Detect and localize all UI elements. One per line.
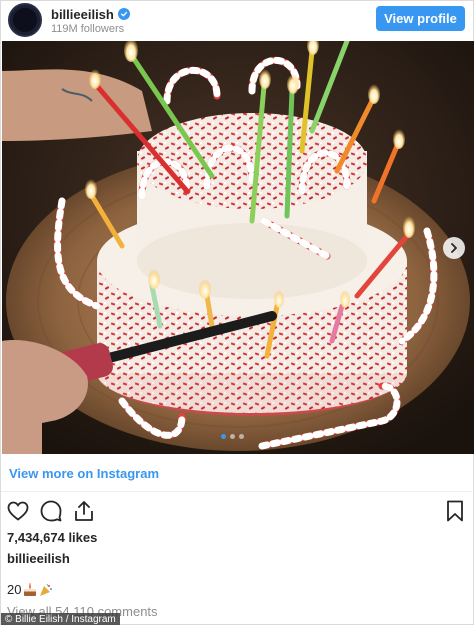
comment-icon [40, 500, 62, 522]
share-button[interactable] [72, 499, 96, 523]
carousel-dot [230, 434, 235, 439]
carousel-dot [221, 434, 226, 439]
share-icon [75, 501, 93, 521]
caption-username[interactable]: billieeilish [7, 551, 70, 566]
instagram-embed: billieeilish 119M followers View profile [0, 0, 474, 625]
caption: 20 [7, 582, 53, 597]
carousel-indicator [221, 434, 244, 439]
next-slide-button[interactable] [443, 237, 465, 259]
followers-count: 119M followers [51, 23, 125, 35]
heart-icon [7, 501, 29, 521]
save-button[interactable] [443, 499, 467, 523]
divider [1, 491, 474, 492]
post-header: billieeilish 119M followers View profile [1, 1, 474, 41]
view-more-link[interactable]: View more on Instagram [9, 466, 159, 481]
cake-emoji-icon [24, 582, 37, 596]
comment-button[interactable] [39, 499, 63, 523]
chevron-right-icon [451, 243, 457, 253]
bookmark-icon [447, 500, 463, 522]
post-image[interactable] [2, 41, 474, 454]
caption-text: 20 [7, 582, 22, 597]
avatar[interactable] [8, 3, 42, 37]
likes-count: 7,434,674 likes [7, 530, 98, 545]
cake-photo [2, 41, 474, 454]
username[interactable]: billieeilish [51, 7, 114, 22]
photo-credit: © Billie Eilish / Instagram [1, 613, 120, 625]
action-bar [6, 499, 96, 523]
view-profile-button[interactable]: View profile [376, 6, 465, 31]
like-button[interactable] [6, 499, 30, 523]
verified-badge-icon [117, 8, 130, 20]
carousel-dot [239, 434, 244, 439]
party-popper-emoji-icon [40, 583, 53, 596]
username-row: billieeilish [51, 6, 130, 22]
